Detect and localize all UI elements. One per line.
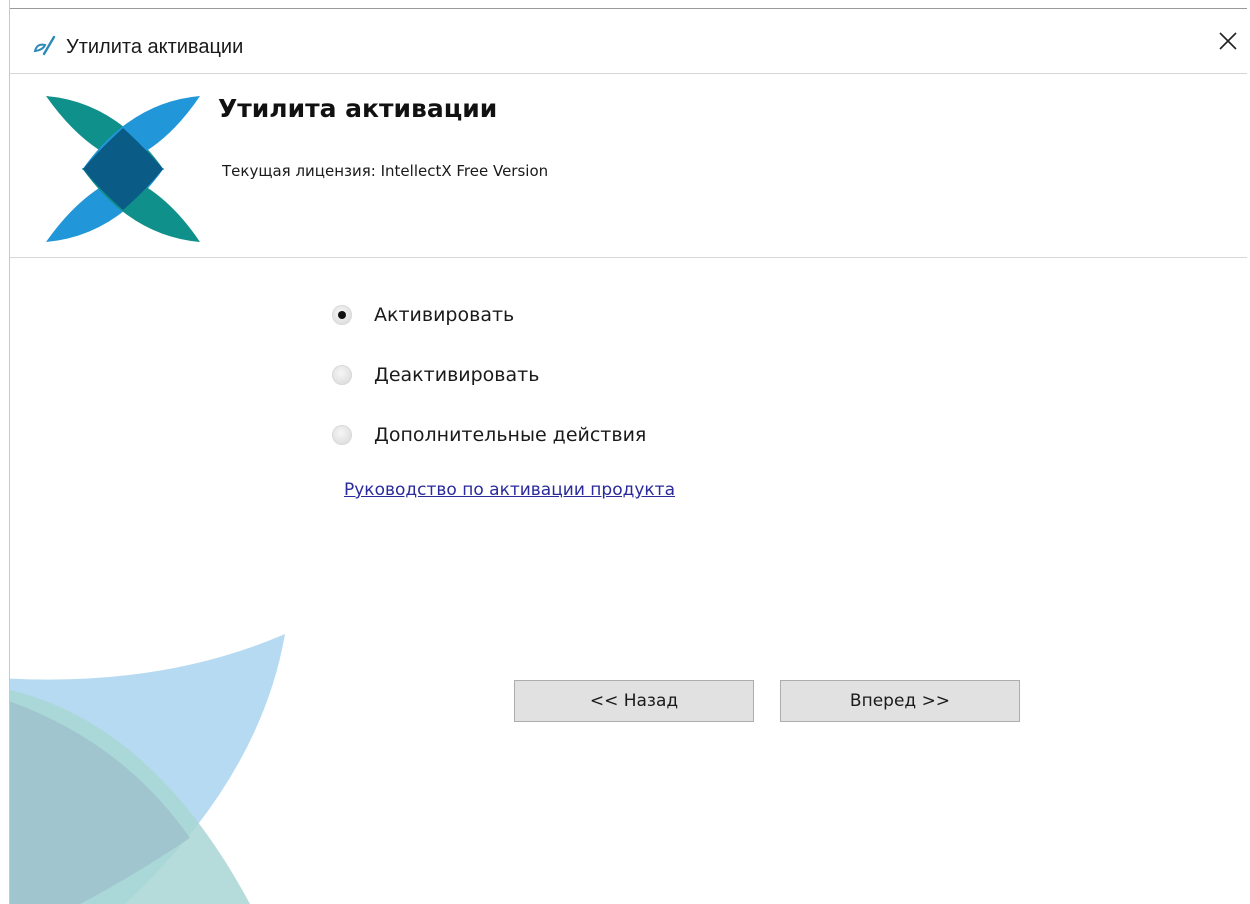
header-title: Утилита активации xyxy=(218,94,498,123)
radio-deactivate[interactable]: Деактивировать xyxy=(332,364,539,386)
app-title-icon xyxy=(33,35,56,56)
radio-button-deactivate[interactable] xyxy=(332,365,352,385)
radio-button-activate[interactable] xyxy=(332,305,352,325)
window-left-border xyxy=(0,0,10,904)
back-button[interactable]: << Назад xyxy=(514,680,754,722)
content-area: Активировать Деактивировать Дополнительн… xyxy=(10,258,1247,904)
radio-activate[interactable]: Активировать xyxy=(332,304,514,326)
radio-additional-actions[interactable]: Дополнительные действия xyxy=(332,424,646,446)
current-license: Текущая лицензия: IntellectX Free Versio… xyxy=(222,162,548,180)
header-panel: Утилита активации Текущая лицензия: Inte… xyxy=(10,74,1250,258)
title-bar: Утилита активации xyxy=(10,8,1250,74)
close-icon xyxy=(1219,32,1237,50)
radio-button-additional-actions[interactable] xyxy=(332,425,352,445)
license-value: IntellectX Free Version xyxy=(380,162,549,180)
close-button[interactable] xyxy=(1206,9,1250,73)
activation-utility-window: Утилита активации Утилита активации Теку… xyxy=(0,0,1250,904)
background-decoration xyxy=(10,634,285,904)
license-label: Текущая лицензия: xyxy=(222,162,376,180)
radio-label-activate: Активировать xyxy=(374,304,515,326)
radio-label-additional-actions: Дополнительные действия xyxy=(374,424,647,446)
next-button[interactable]: Вперед >> xyxy=(780,680,1020,722)
radio-label-deactivate: Деактивировать xyxy=(374,364,540,386)
app-logo-icon xyxy=(46,96,200,242)
window-title: Утилита активации xyxy=(66,36,244,58)
activation-guide-link[interactable]: Руководство по активации продукта xyxy=(344,480,675,500)
